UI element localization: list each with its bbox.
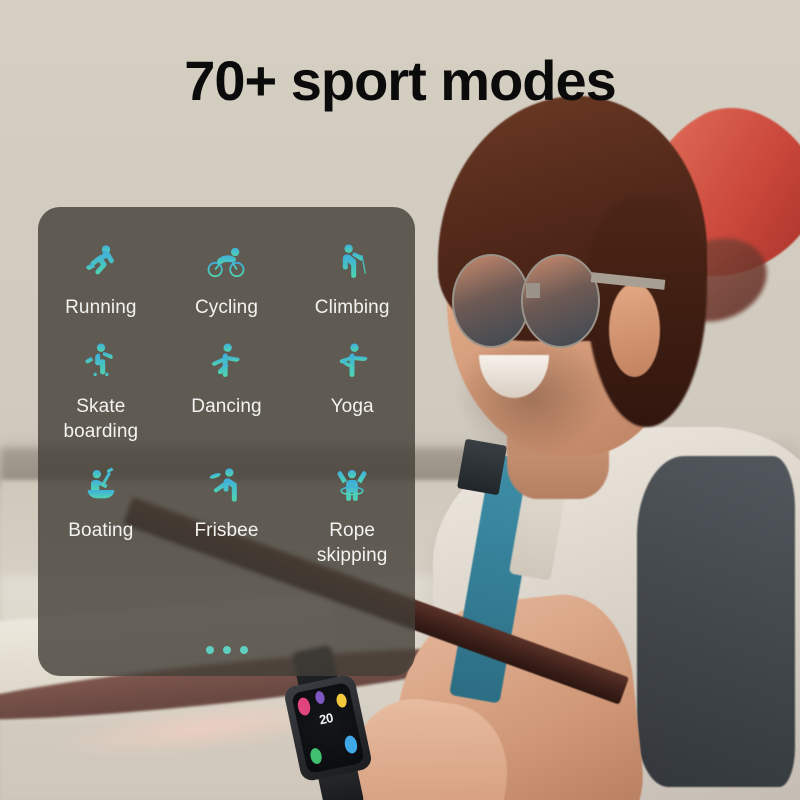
more-modes-indicator[interactable] [38, 646, 415, 654]
sport-mode-dancing[interactable]: Dancing [164, 328, 290, 444]
sport-mode-label: Rope skipping [316, 520, 388, 566]
sport-mode-yoga[interactable]: Yoga [289, 328, 415, 444]
product-marketing-image: 20 70+ sport modes Running Cycling Climb… [0, 0, 800, 800]
ear [609, 283, 661, 377]
dancing-icon [203, 338, 249, 384]
sport-modes-panel: Running Cycling Climbing Skate boarding … [38, 207, 415, 676]
sport-mode-label: Skate boarding [63, 396, 139, 442]
watch-screen: 20 [291, 681, 365, 775]
rope-skipping-icon [329, 462, 375, 508]
sport-mode-label: Dancing [191, 396, 262, 417]
sport-mode-label: Running [65, 297, 137, 318]
dot-1 [205, 646, 214, 654]
skateboarding-icon [78, 338, 124, 384]
sport-mode-label: Frisbee [194, 520, 259, 541]
cycling-icon [203, 239, 249, 285]
sunglasses-bridge [525, 283, 540, 298]
watch-face-accent-purple [314, 690, 327, 705]
sunglasses-right-lens [521, 254, 600, 348]
kayaker-person [340, 96, 800, 800]
sport-mode-label: Boating [68, 520, 134, 541]
beard-stubble [456, 333, 605, 456]
watch-face-accent-blue [342, 734, 359, 755]
sport-mode-label: Climbing [314, 297, 390, 318]
sport-mode-skateboarding[interactable]: Skate boarding [38, 328, 164, 444]
boating-icon [78, 462, 124, 508]
sport-mode-running[interactable]: Running [38, 229, 164, 320]
sport-mode-boating[interactable]: Boating [38, 452, 164, 568]
sunglasses-left-lens [451, 254, 531, 348]
page-title: 70+ sport modes [184, 49, 617, 112]
dot-2 [222, 646, 231, 654]
running-icon [78, 239, 124, 285]
sport-mode-cycling[interactable]: Cycling [164, 229, 290, 320]
sport-modes-grid: Running Cycling Climbing Skate boarding … [38, 229, 415, 568]
sport-mode-label: Cycling [194, 297, 258, 318]
frisbee-icon [203, 462, 249, 508]
sport-mode-label: Yoga [330, 396, 374, 417]
dot-3 [239, 646, 248, 654]
climbing-icon [329, 239, 375, 285]
life-vest-back [637, 456, 795, 788]
yoga-icon [329, 338, 375, 384]
sport-mode-rope-skipping[interactable]: Rope skipping [289, 452, 415, 568]
watch-face-accent-green [308, 746, 324, 766]
sport-mode-climbing[interactable]: Climbing [289, 229, 415, 320]
sport-mode-frisbee[interactable]: Frisbee [164, 452, 290, 568]
